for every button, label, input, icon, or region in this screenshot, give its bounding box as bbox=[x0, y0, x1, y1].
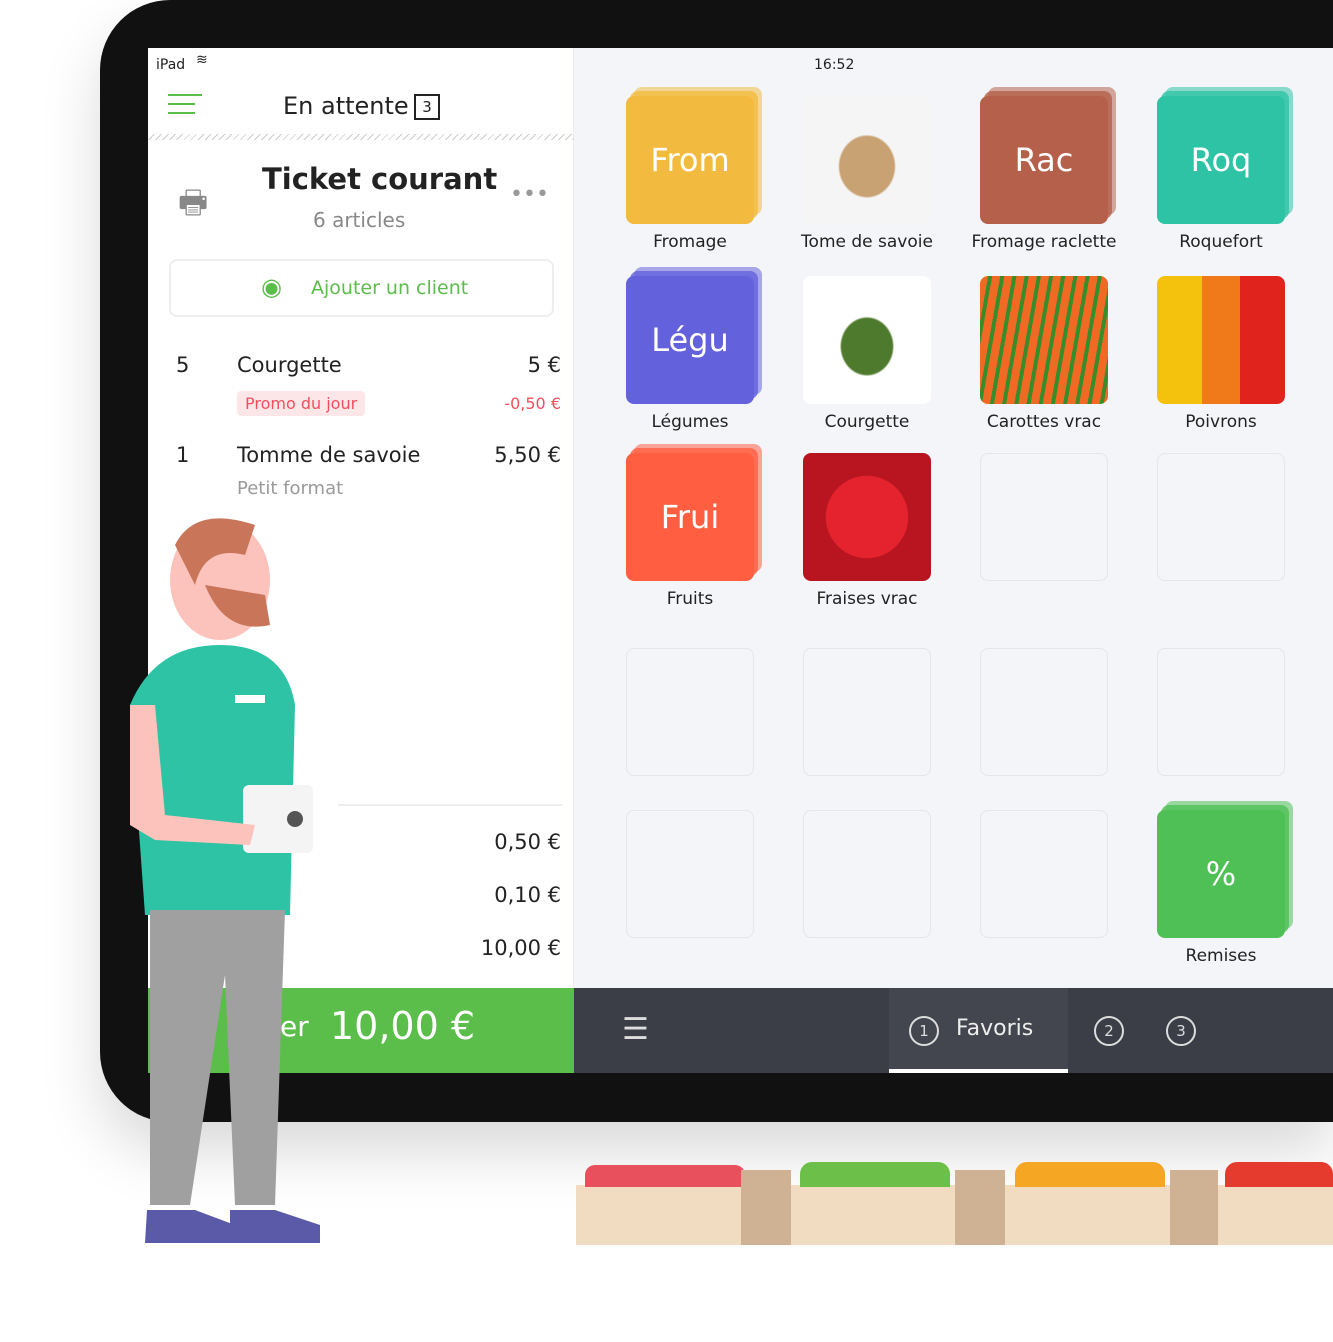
ticket-subtitle: 6 articles bbox=[313, 208, 406, 232]
total-value: 0,10 € bbox=[494, 883, 561, 907]
tile-label: Poivrons bbox=[1185, 412, 1257, 432]
total-value: 10,00 € bbox=[480, 936, 561, 960]
empty-tile[interactable] bbox=[980, 810, 1108, 938]
tile-label: Légumes bbox=[651, 412, 729, 432]
menu-icon[interactable] bbox=[168, 94, 202, 114]
tile-abbr: Rac bbox=[1014, 141, 1074, 179]
line-name: Tomme de savoie bbox=[237, 443, 421, 467]
promo-badge: Promo du jour bbox=[237, 391, 366, 416]
tile-abbr: Légu bbox=[651, 321, 729, 359]
tile-abbr: % bbox=[1205, 855, 1237, 893]
pos-screen: iPad ≋ En attente 3 🖶 Ticket courant 6 a… bbox=[148, 48, 1333, 1073]
printer-icon[interactable]: 🖶 bbox=[178, 180, 208, 234]
header-title: En attente bbox=[283, 92, 409, 120]
line-name: Courgette bbox=[237, 353, 342, 377]
line-price: 5,50 € bbox=[494, 443, 561, 467]
tile-label: Fromage raclette bbox=[971, 232, 1117, 252]
tile-abbr: Roq bbox=[1190, 141, 1252, 179]
empty-tile[interactable] bbox=[626, 648, 754, 776]
tile-abbr: Frui bbox=[660, 498, 720, 536]
tab-3[interactable]: 3 bbox=[1166, 1016, 1196, 1046]
total-value: 0,50 € bbox=[494, 830, 561, 854]
product-image-tile[interactable] bbox=[980, 276, 1108, 404]
line-price: 5 € bbox=[527, 353, 561, 377]
wifi-icon: ≋ bbox=[196, 52, 208, 68]
pending-count-badge[interactable]: 3 bbox=[414, 94, 440, 120]
tile-label: Tome de savoie bbox=[801, 232, 933, 252]
tab-number: 3 bbox=[1166, 1016, 1196, 1046]
tile-label: Remises bbox=[1185, 946, 1257, 966]
tile-label: Fraises vrac bbox=[816, 589, 918, 609]
tab-number: 1 bbox=[909, 1016, 939, 1046]
tile-label: Roquefort bbox=[1179, 232, 1263, 252]
empty-tile[interactable] bbox=[1157, 453, 1285, 581]
tile-label: Fromage bbox=[653, 232, 727, 252]
shopkeeper-illustration bbox=[130, 518, 320, 1243]
product-tile[interactable]: Roq bbox=[1157, 96, 1285, 224]
empty-tile[interactable] bbox=[803, 648, 931, 776]
product-tile[interactable]: Frui bbox=[626, 453, 754, 581]
list-icon[interactable]: ☰ bbox=[622, 1012, 649, 1047]
empty-tile[interactable] bbox=[626, 810, 754, 938]
tab-2[interactable]: 2 bbox=[1094, 1016, 1124, 1046]
divider bbox=[338, 804, 562, 806]
empty-tile[interactable] bbox=[803, 810, 931, 938]
line-note: Petit format bbox=[237, 478, 344, 499]
empty-tile[interactable] bbox=[1157, 648, 1285, 776]
tile-label: Carottes vrac bbox=[986, 412, 1102, 432]
add-client-label: Ajouter un client bbox=[311, 277, 469, 299]
product-image-tile[interactable] bbox=[1157, 276, 1285, 404]
ticket-title: Ticket courant bbox=[262, 162, 498, 196]
line-qty: 5 bbox=[176, 353, 190, 377]
tile-label: Courgette bbox=[824, 412, 910, 432]
empty-tile[interactable] bbox=[980, 453, 1108, 581]
more-icon[interactable]: ••• bbox=[510, 182, 549, 207]
tab-label: Favoris bbox=[956, 1016, 1034, 1041]
tab-number: 2 bbox=[1094, 1016, 1124, 1046]
device-label: iPad bbox=[156, 57, 186, 73]
tab-favoris[interactable]: 1 Favoris bbox=[889, 988, 1068, 1073]
line-discount: -0,50 € bbox=[504, 394, 561, 413]
product-image-tile[interactable] bbox=[803, 96, 931, 224]
tile-abbr: From bbox=[650, 141, 730, 179]
clock: 16:52 bbox=[814, 57, 855, 73]
product-tile[interactable]: From bbox=[626, 96, 754, 224]
product-tile[interactable]: % bbox=[1157, 810, 1285, 938]
product-image-tile[interactable] bbox=[803, 276, 931, 404]
add-client-button[interactable]: ◉ Ajouter un client bbox=[169, 259, 554, 317]
pay-amount: 10,00 € bbox=[330, 1004, 476, 1048]
product-image-tile[interactable] bbox=[803, 453, 931, 581]
add-user-icon: ◉ bbox=[261, 273, 282, 301]
line-qty: 1 bbox=[176, 443, 190, 467]
tear-edge bbox=[148, 134, 574, 140]
tile-label: Fruits bbox=[666, 589, 714, 609]
product-tile[interactable]: Légu bbox=[626, 276, 754, 404]
product-tile[interactable]: Rac bbox=[980, 96, 1108, 224]
empty-tile[interactable] bbox=[980, 648, 1108, 776]
